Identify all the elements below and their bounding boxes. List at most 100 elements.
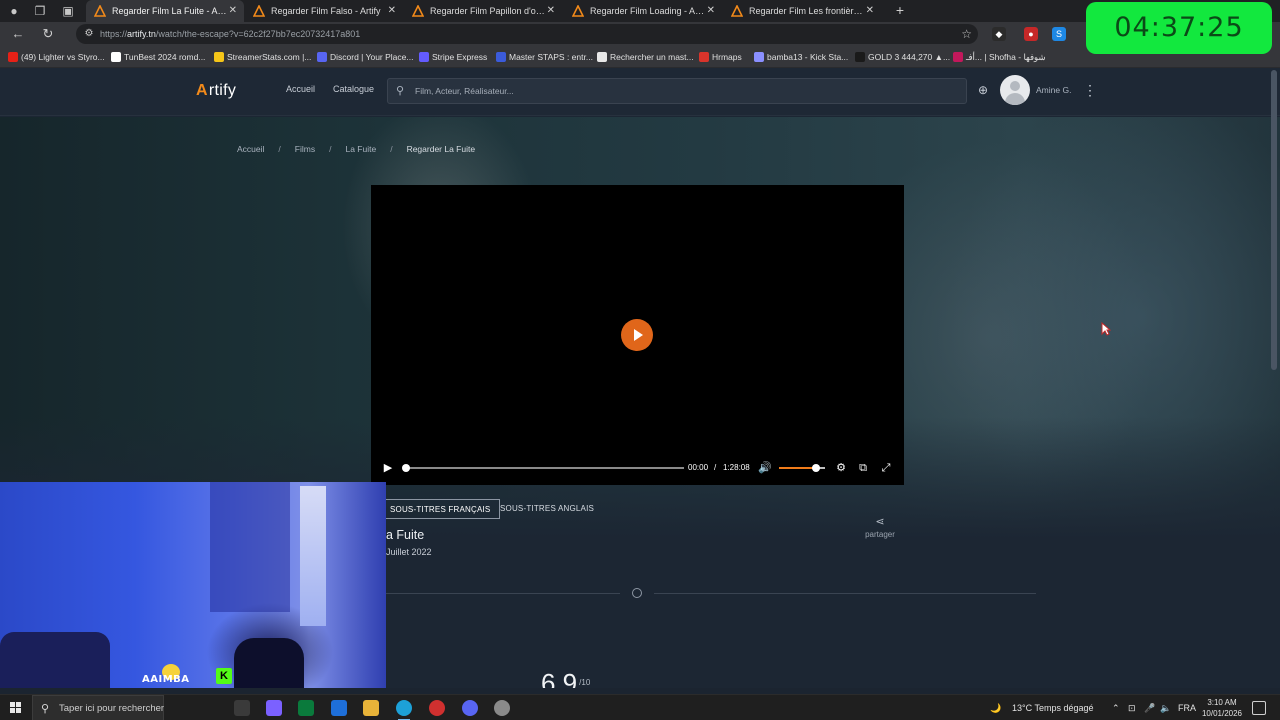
tab-subtitles-en[interactable]: SOUS-TITRES ANGLAIS: [491, 499, 603, 519]
bookmark-item[interactable]: bamba13 - Kick Sta...: [754, 46, 848, 68]
profile-icon[interactable]: ●: [6, 3, 22, 19]
bookmark-item[interactable]: TunBest 2024 romd...: [111, 46, 205, 68]
bar-chart-icon: [214, 52, 224, 62]
avatar[interactable]: [1000, 75, 1030, 105]
pip-icon[interactable]: ⧉: [856, 461, 870, 475]
rating-value: 6,9/10: [541, 668, 591, 688]
tradingview-icon: [855, 52, 865, 62]
share-button[interactable]: ⋖ partager: [858, 515, 902, 539]
system-clock[interactable]: 3:10 AM 10/01/2026: [1196, 697, 1248, 719]
discord-icon[interactable]: [462, 700, 478, 716]
film-title: a Fuite: [386, 528, 425, 542]
taskbar-search[interactable]: ⚲ Taper ici pour rechercher: [32, 695, 164, 720]
kick-logo-icon: K: [216, 668, 232, 684]
browser-tab[interactable]: Regarder Film Falso - Artify ✕: [245, 0, 403, 22]
tab-title: Regarder Film Loading - Artify: [590, 6, 706, 16]
mail-icon[interactable]: [331, 700, 347, 716]
task-view-icon[interactable]: [234, 700, 250, 716]
breadcrumb-item[interactable]: Films: [295, 144, 315, 154]
bookmark-item[interactable]: Master STAPS : entr...: [496, 46, 593, 68]
bookmark-item[interactable]: (49) Lighter vs Styro...: [8, 46, 105, 68]
site-info-icon[interactable]: ⚙: [82, 27, 96, 41]
edge-browser-icon[interactable]: [396, 700, 412, 720]
tab-title: Regarder Film Papillon d'or - Artify: [430, 6, 546, 16]
tab-subtitles-fr[interactable]: SOUS-TITRES FRANÇAIS: [380, 499, 501, 519]
network-icon[interactable]: ⊡: [1128, 695, 1136, 720]
extension-icon[interactable]: ◆: [992, 27, 1006, 41]
language-indicator[interactable]: FRA: [1178, 695, 1196, 720]
search-input[interactable]: ⚲ Film, Acteur, Réalisateur...: [387, 78, 967, 104]
extension-icon[interactable]: S: [1052, 27, 1066, 41]
search-icon: ⚲: [41, 703, 50, 715]
close-icon[interactable]: ✕: [547, 0, 555, 22]
volume-slider[interactable]: [779, 464, 825, 472]
bookmark-star-icon[interactable]: ☆: [961, 26, 972, 42]
webcam-overlay: AAIMBA K: [0, 482, 386, 688]
share-label: partager: [865, 530, 895, 539]
globe-icon[interactable]: ⊕: [976, 83, 990, 97]
play-icon[interactable]: ▶: [381, 461, 395, 475]
webcam-door: [210, 482, 290, 612]
address-bar[interactable]: ⚙ https://artify.tn/watch/the-escape?v=6…: [76, 24, 978, 44]
close-icon[interactable]: ✕: [866, 0, 874, 22]
settings-gear-icon[interactable]: ⚙: [834, 461, 848, 475]
bookmark-item[interactable]: Stripe Express: [419, 46, 487, 68]
artify-logo[interactable]: Artify: [196, 80, 236, 102]
close-icon[interactable]: ✕: [707, 0, 715, 22]
more-vert-icon[interactable]: ⋮: [1083, 81, 1097, 99]
divider: [386, 593, 620, 594]
seek-handle[interactable]: [402, 464, 410, 472]
reload-icon[interactable]: ↻: [40, 26, 56, 42]
nav-link-accueil[interactable]: Accueil: [286, 84, 315, 94]
browser-tab[interactable]: Regarder Film Les frontières du ciel - A…: [723, 0, 881, 22]
extension-icon[interactable]: ●: [1024, 27, 1038, 41]
windows-start-icon[interactable]: [10, 702, 22, 714]
workspaces-icon[interactable]: ❐: [32, 3, 48, 19]
bookmark-item[interactable]: Hrmaps: [699, 46, 742, 68]
big-play-button[interactable]: [621, 319, 653, 351]
bookmark-item[interactable]: Discord | Your Place...: [317, 46, 413, 68]
tab-actions-icon[interactable]: ▣: [60, 3, 76, 19]
speaker-icon[interactable]: 🔈: [1160, 695, 1171, 720]
volume-icon[interactable]: 🔊: [758, 461, 772, 475]
bookmark-item[interactable]: أفـ... | Shofha - شوفها: [953, 46, 1046, 68]
close-icon[interactable]: ✕: [229, 0, 237, 22]
mouse-cursor-icon: [1101, 322, 1111, 336]
microphone-icon[interactable]: 🎤: [1144, 695, 1155, 720]
copilot-icon[interactable]: [266, 700, 282, 716]
weather-icon[interactable]: 🌙: [990, 695, 1001, 720]
back-arrow-icon[interactable]: ←: [10, 26, 26, 42]
tray-overflow-icon[interactable]: ⌃: [1112, 695, 1120, 720]
shofha-icon: [953, 52, 963, 62]
breadcrumb-item[interactable]: Accueil: [237, 144, 264, 154]
bookmark-item[interactable]: StreamerStats.com |...: [214, 46, 311, 68]
store-icon[interactable]: [298, 700, 314, 716]
new-tab-button[interactable]: +: [892, 0, 908, 22]
search-person-icon: [597, 52, 607, 62]
browser-tab[interactable]: Regarder Film Papillon d'or - Artify ✕: [404, 0, 562, 22]
breadcrumb: Accueil / Films / La Fuite / Regarder La Fuite: [237, 144, 476, 154]
file-explorer-icon[interactable]: [363, 700, 379, 716]
obs-icon[interactable]: [429, 700, 445, 716]
user-name[interactable]: Amine G.: [1036, 85, 1071, 95]
nav-link-catalogue[interactable]: Catalogue: [333, 84, 374, 94]
close-icon[interactable]: ✕: [388, 0, 396, 22]
notification-icon[interactable]: [1252, 701, 1266, 715]
seek-bar[interactable]: [402, 464, 684, 472]
artify-favicon-icon: [731, 5, 743, 17]
bookmark-item[interactable]: Rechercher un mast...: [597, 46, 694, 68]
browser-tab[interactable]: Regarder Film Loading - Artify ✕: [564, 0, 722, 22]
breadcrumb-item[interactable]: La Fuite: [345, 144, 376, 154]
webcam-chair: [0, 632, 110, 688]
shield-icon: [496, 52, 506, 62]
scrollbar[interactable]: [1271, 70, 1277, 370]
volume-handle[interactable]: [811, 464, 820, 472]
video-player[interactable]: ▶ 00:00 / 1:28:08 🔊 ⚙ ⧉ ⤢: [371, 185, 904, 485]
page-icon: [111, 52, 121, 62]
browser-tab[interactable]: Regarder Film La Fuite - Artify ✕: [86, 0, 244, 22]
film-date: Juillet 2022: [386, 547, 432, 557]
weather-text[interactable]: 13°C Temps dégagé: [1012, 695, 1094, 720]
app-icon[interactable]: [494, 700, 510, 716]
fullscreen-icon[interactable]: ⤢: [879, 461, 893, 475]
bookmark-item[interactable]: GOLD 3 444,270 ▲...: [855, 46, 950, 68]
